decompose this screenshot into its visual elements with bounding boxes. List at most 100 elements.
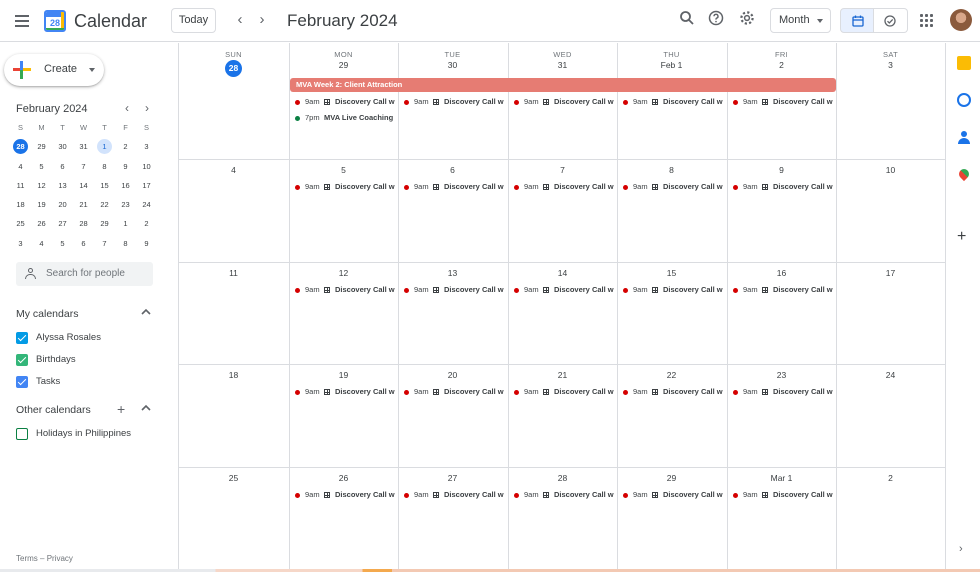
day-number[interactable]: 8	[617, 165, 726, 175]
account-avatar[interactable]	[950, 9, 972, 31]
mini-day[interactable]: 9	[136, 236, 157, 255]
day-number[interactable]: 9	[727, 165, 836, 175]
calendar-logo[interactable]: 28	[44, 10, 66, 32]
mini-day[interactable]: 29	[31, 139, 52, 158]
calendar-view-toggle[interactable]	[840, 8, 874, 33]
day-number[interactable]: Mar 1	[727, 473, 836, 483]
keep-icon[interactable]	[957, 56, 971, 70]
event-chip[interactable]: 9am Discovery Call w	[733, 96, 833, 108]
view-selector[interactable]: Month	[770, 8, 831, 33]
today-button[interactable]: Today	[171, 8, 216, 33]
event-chip[interactable]: 9am Discovery Call w	[623, 96, 723, 108]
mini-day[interactable]: 15	[94, 178, 115, 197]
mini-day[interactable]: 20	[52, 197, 73, 216]
day-number[interactable]: 17	[836, 268, 945, 278]
day-number[interactable]: 10	[836, 165, 945, 175]
event-chip[interactable]: 9am Discovery Call w	[733, 181, 833, 193]
event-chip[interactable]: 9am Discovery Call w	[623, 284, 723, 296]
event-chip[interactable]: 9am Discovery Call w	[623, 181, 723, 193]
mini-day[interactable]: 4	[31, 236, 52, 255]
event-chip[interactable]: 9am Discovery Call w	[295, 386, 395, 398]
day-number[interactable]: 2	[836, 473, 945, 483]
mini-day[interactable]: 28	[10, 139, 31, 158]
event-chip[interactable]: 9am Discovery Call w	[514, 181, 614, 193]
mini-day[interactable]: 25	[10, 216, 31, 235]
mini-day[interactable]: 2	[115, 139, 136, 158]
mini-day[interactable]: 9	[115, 159, 136, 178]
expand-panel-icon[interactable]: ›	[959, 543, 963, 555]
event-chip[interactable]: 9am Discovery Call w	[295, 96, 395, 108]
event-chip[interactable]: 9am Discovery Call w	[404, 284, 504, 296]
mini-day[interactable]: 1	[115, 216, 136, 235]
allday-event-bar[interactable]: MVA Week 2: Client Attraction	[290, 78, 836, 92]
checkbox-checked[interactable]	[16, 354, 28, 366]
tasks-icon[interactable]	[957, 93, 971, 107]
event-chip[interactable]: 9am Discovery Call w	[733, 489, 833, 501]
contacts-icon[interactable]	[957, 131, 971, 145]
mini-day[interactable]: 31	[73, 139, 94, 158]
day-number[interactable]: 15	[617, 268, 726, 278]
mini-day[interactable]: 5	[31, 159, 52, 178]
day-number[interactable]: 11	[179, 268, 288, 278]
mini-day[interactable]: 16	[115, 178, 136, 197]
other-calendars-header[interactable]: Other calendars	[16, 404, 91, 416]
mini-day[interactable]: 3	[10, 236, 31, 255]
mini-day[interactable]: 12	[31, 178, 52, 197]
terms-link[interactable]: Terms	[16, 554, 38, 563]
event-chip[interactable]: 9am Discovery Call w	[514, 489, 614, 501]
day-number[interactable]: 28	[179, 60, 288, 77]
mini-day[interactable]: 29	[94, 216, 115, 235]
search-icon[interactable]	[676, 10, 698, 32]
day-number[interactable]: 20	[398, 370, 507, 380]
day-number[interactable]: 28	[508, 473, 617, 483]
event-chip[interactable]: 9am Discovery Call w	[514, 386, 614, 398]
settings-icon[interactable]	[736, 10, 758, 32]
event-chip[interactable]: 9am Discovery Call w	[295, 489, 395, 501]
day-number[interactable]: 3	[836, 60, 945, 70]
help-icon[interactable]	[705, 10, 727, 32]
event-chip[interactable]: 9am Discovery Call w	[514, 96, 614, 108]
chevron-up-icon[interactable]	[141, 308, 151, 319]
day-number[interactable]: 19	[289, 370, 398, 380]
mini-day[interactable]: 18	[10, 197, 31, 216]
mini-day[interactable]: 24	[136, 197, 157, 216]
mini-day[interactable]: 23	[115, 197, 136, 216]
day-number[interactable]: 22	[617, 370, 726, 380]
apps-icon[interactable]	[920, 14, 934, 28]
event-chip[interactable]: 9am Discovery Call w	[623, 489, 723, 501]
add-calendar-icon[interactable]: +	[117, 402, 125, 416]
day-number[interactable]: 5	[289, 165, 398, 175]
mini-next-month-button[interactable]: ›	[140, 101, 154, 115]
mini-day[interactable]: 13	[52, 178, 73, 197]
chevron-up-icon[interactable]	[141, 404, 151, 415]
day-number[interactable]: 31	[508, 60, 617, 70]
event-chip[interactable]: 9am Discovery Call w	[404, 386, 504, 398]
app-title[interactable]: Calendar	[74, 10, 147, 32]
mini-day[interactable]: 22	[94, 197, 115, 216]
day-number[interactable]: 24	[836, 370, 945, 380]
event-chip[interactable]: 9am Discovery Call w	[623, 386, 723, 398]
mini-day[interactable]: 30	[52, 139, 73, 158]
next-month-button[interactable]: ›	[253, 11, 271, 29]
day-number[interactable]: 18	[179, 370, 288, 380]
event-chip[interactable]: 9am Discovery Call w	[295, 181, 395, 193]
mini-day[interactable]: 4	[10, 159, 31, 178]
day-number[interactable]: 27	[398, 473, 507, 483]
previous-month-button[interactable]: ‹	[231, 11, 249, 29]
day-number[interactable]: 13	[398, 268, 507, 278]
day-number[interactable]: 7	[508, 165, 617, 175]
search-people-input[interactable]: Search for people	[16, 262, 153, 286]
event-chip[interactable]: 9am Discovery Call w	[404, 181, 504, 193]
maps-icon[interactable]	[956, 166, 972, 183]
mini-day[interactable]: 5	[52, 236, 73, 255]
event-chip[interactable]: 7pm MVA Live Coaching	[295, 112, 395, 124]
event-chip[interactable]: 9am Discovery Call w	[514, 284, 614, 296]
event-chip[interactable]: 9am Discovery Call w	[733, 386, 833, 398]
day-number[interactable]: 4	[179, 165, 288, 175]
day-number[interactable]: 6	[398, 165, 507, 175]
day-number[interactable]: Feb 1	[617, 60, 726, 70]
mini-day[interactable]: 8	[115, 236, 136, 255]
mini-day[interactable]: 2	[136, 216, 157, 235]
event-chip[interactable]: 9am Discovery Call w	[295, 284, 395, 296]
mini-day[interactable]: 19	[31, 197, 52, 216]
